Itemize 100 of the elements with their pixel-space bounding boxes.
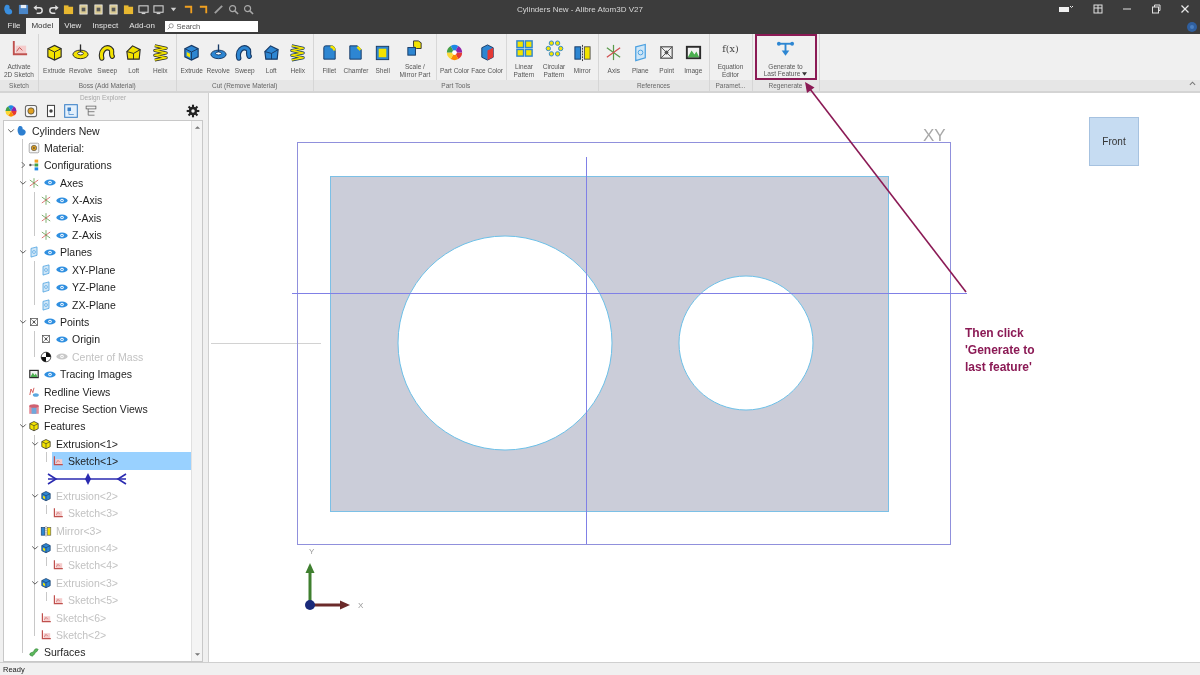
- spring-icon: [150, 42, 170, 62]
- chevron-icon[interactable]: [31, 544, 39, 553]
- eye-icon[interactable]: [56, 301, 68, 309]
- zoom-icon[interactable]: [243, 3, 254, 15]
- ribbon-tab[interactable]: Model: [25, 18, 59, 34]
- surface-icon: [28, 646, 40, 659]
- document-icon[interactable]: [108, 3, 119, 15]
- sketch-icon: [40, 629, 52, 641]
- plane-icon: [40, 281, 52, 294]
- chevron-icon[interactable]: [31, 578, 39, 587]
- pen-icon[interactable]: [213, 3, 224, 15]
- eye-icon[interactable]: [56, 266, 68, 274]
- save-icon[interactable]: [18, 3, 29, 15]
- undo-icon[interactable]: [33, 3, 44, 15]
- tree-item[interactable]: Origin: [40, 330, 191, 349]
- tree-item[interactable]: Sketch<1>: [52, 452, 191, 470]
- tree-item[interactable]: Z-Axis: [40, 226, 191, 244]
- tree-item[interactable]: Tracing Images: [28, 365, 191, 383]
- tree-item[interactable]: Cylinders New: [16, 122, 191, 140]
- sketch-icon: [52, 507, 64, 520]
- caret-down-icon[interactable]: [193, 652, 201, 657]
- blocks-icon: [405, 39, 425, 58]
- help-icon[interactable]: [1187, 22, 1197, 32]
- folder-icon[interactable]: [63, 3, 74, 15]
- panel-layout-icon[interactable]: [1093, 4, 1103, 14]
- chevron-icon[interactable]: [31, 439, 39, 448]
- axis-triad-icon: [305, 563, 350, 610]
- zoom-icon[interactable]: [228, 3, 239, 15]
- center-of-mass-icon: [40, 350, 52, 363]
- square-grid-icon: [514, 39, 534, 58]
- plane-label: XY: [923, 126, 946, 145]
- corner-icon[interactable]: [183, 3, 194, 15]
- plane-icon: [28, 246, 40, 259]
- sketch-icon: [40, 611, 52, 624]
- caret-up-icon[interactable]: [193, 125, 201, 130]
- tree-item[interactable]: X-Axis: [40, 191, 191, 209]
- asterisk-icon: [40, 229, 52, 242]
- ribbon-tab[interactable]: Add-on: [123, 18, 161, 34]
- eye-icon[interactable]: [44, 370, 56, 378]
- monitor-icon[interactable]: [153, 3, 164, 15]
- sketch-icon: [52, 594, 64, 607]
- layout-menu-icon[interactable]: [1058, 4, 1074, 14]
- eye-icon[interactable]: [56, 231, 68, 239]
- tree-item[interactable]: Axes: [28, 174, 191, 192]
- eye-icon[interactable]: [56, 335, 68, 343]
- tree-item[interactable]: Planes: [28, 243, 191, 262]
- tree-item[interactable]: Extrusion<1>: [40, 435, 191, 453]
- eye-icon[interactable]: [44, 179, 56, 187]
- view-cube-button[interactable]: Front: [1089, 117, 1139, 166]
- cube-icon: [40, 576, 52, 589]
- eye-icon[interactable]: [44, 318, 56, 326]
- tree-item[interactable]: YZ-Plane: [40, 278, 191, 296]
- folder-icon[interactable]: [123, 3, 134, 15]
- curved-tube-icon: [235, 42, 255, 62]
- color-wheel-icon[interactable]: [4, 104, 18, 118]
- ribbon-tab[interactable]: View: [58, 18, 87, 34]
- rollback-bar-icon[interactable]: [46, 472, 128, 485]
- document-icon[interactable]: [44, 104, 58, 118]
- document-icon[interactable]: [93, 3, 104, 15]
- material-icon: [28, 142, 40, 155]
- eye-icon[interactable]: [56, 196, 68, 204]
- material-icon[interactable]: [24, 104, 38, 118]
- chevron-icon[interactable]: [7, 126, 15, 135]
- picture-icon: [28, 368, 40, 381]
- eye-icon[interactable]: [56, 214, 68, 222]
- eye-icon[interactable]: [44, 248, 56, 256]
- settings-icon[interactable]: [186, 104, 200, 118]
- chevron-icon[interactable]: [19, 161, 27, 170]
- tree-item[interactable]: ZX-Plane: [40, 295, 191, 314]
- chevron-icon[interactable]: [19, 422, 27, 431]
- tree-item[interactable]: Features: [28, 417, 191, 436]
- corner-icon[interactable]: [198, 3, 209, 15]
- ribbon-tab[interactable]: File: [2, 18, 26, 34]
- tree-item[interactable]: Surfaces: [28, 643, 191, 661]
- restore-icon[interactable]: [1151, 4, 1161, 14]
- ribbon-tab[interactable]: Inspect: [86, 18, 124, 34]
- tree-item[interactable]: Configurations: [28, 156, 191, 175]
- tree-item[interactable]: Points: [28, 313, 191, 331]
- redo-icon[interactable]: [48, 3, 59, 15]
- tree-item[interactable]: Material:: [28, 139, 191, 157]
- close-icon[interactable]: [1180, 4, 1190, 14]
- tree-item[interactable]: XY-Plane: [40, 261, 191, 279]
- chevron-icon[interactable]: [19, 178, 27, 187]
- sketch-icon: [52, 455, 64, 468]
- window-title: Cylinders New - Alibre Atom3D V27: [517, 4, 643, 14]
- caret-icon[interactable]: [802, 72, 808, 77]
- list-tree-icon[interactable]: [84, 104, 98, 118]
- chevron-icon[interactable]: [19, 318, 27, 326]
- tree-item[interactable]: Redline Views: [28, 382, 191, 401]
- document-icon[interactable]: [78, 3, 89, 15]
- tree-view-icon[interactable]: [64, 104, 78, 118]
- scrollbar[interactable]: [191, 121, 202, 661]
- asterisk-icon: [28, 176, 40, 189]
- eye-icon[interactable]: [56, 283, 68, 291]
- chevron-icon[interactable]: [31, 491, 39, 500]
- chevron-icon[interactable]: [19, 248, 27, 257]
- monitor-icon[interactable]: [138, 3, 149, 15]
- tree-item[interactable]: Precise Section Views: [28, 400, 191, 418]
- collapse-icon[interactable]: [1189, 81, 1196, 86]
- tree-item[interactable]: Y-Axis: [40, 208, 191, 227]
